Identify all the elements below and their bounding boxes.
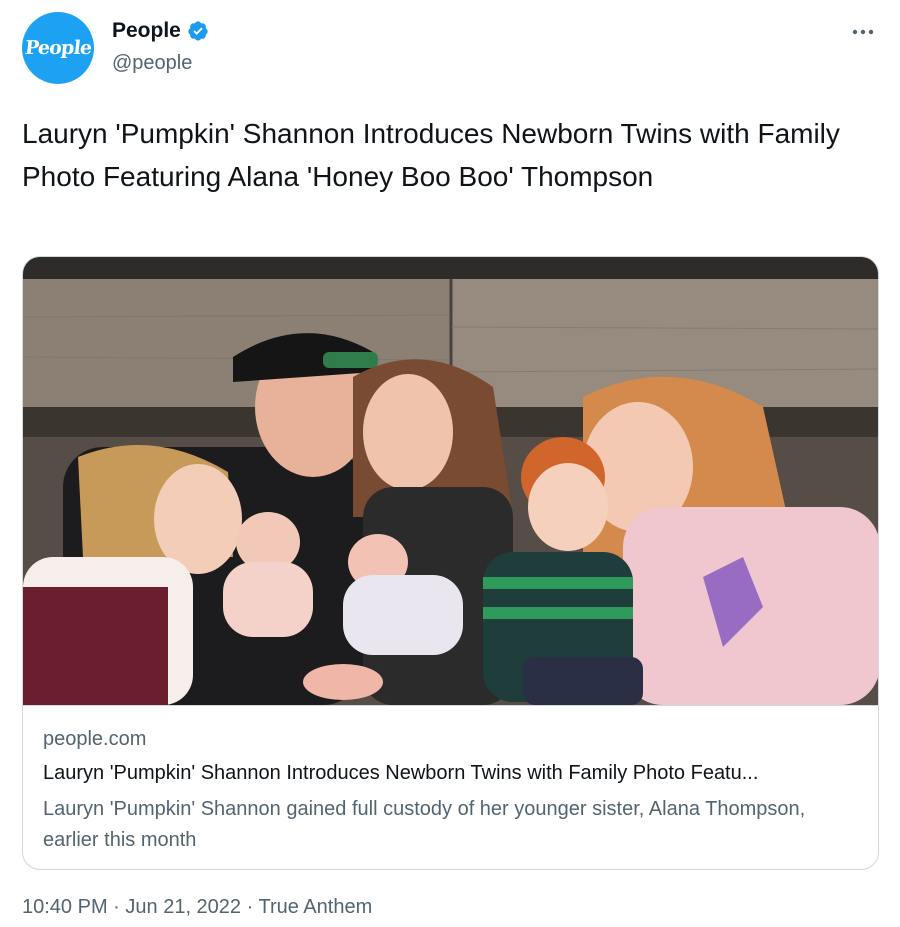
card-body: people.com Lauryn 'Pumpkin' Shannon Intr…	[23, 705, 878, 869]
tweet-source[interactable]: True Anthem	[258, 896, 372, 918]
tweet-text: Lauryn 'Pumpkin' Shannon Introduces Newb…	[22, 118, 840, 192]
verified-badge-icon	[188, 21, 208, 41]
more-icon[interactable]	[846, 18, 880, 46]
card-image[interactable]	[23, 257, 879, 705]
display-name[interactable]: People	[112, 19, 181, 43]
avatar-logo-text: People	[23, 37, 93, 59]
meta-separator: ·	[107, 896, 126, 918]
card-description: Lauryn 'Pumpkin' Shannon gained full cus…	[43, 798, 806, 851]
card-domain: people.com	[43, 728, 147, 750]
tweet-time[interactable]: 10:40 PM	[22, 896, 108, 918]
ellipsis-glyph	[852, 29, 874, 35]
author-handle[interactable]: @people	[112, 52, 192, 75]
tweet-date[interactable]: Jun 21, 2022	[125, 896, 241, 918]
avatar[interactable]: People	[22, 12, 94, 84]
card-title[interactable]: Lauryn 'Pumpkin' Shannon Introduces Newb…	[43, 762, 863, 785]
author-name-row: People	[112, 19, 209, 43]
meta-separator: ·	[241, 896, 259, 918]
link-card[interactable]: people.com Lauryn 'Pumpkin' Shannon Intr…	[22, 256, 879, 870]
tweet-meta: 10:40 PM · Jun 21, 2022 · True Anthem	[22, 896, 372, 919]
